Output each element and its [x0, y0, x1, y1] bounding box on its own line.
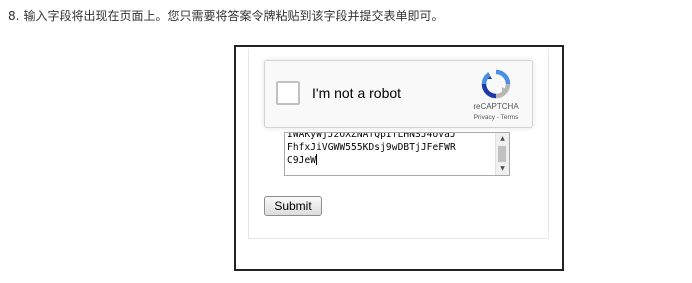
instruction-step: 8. 输入字段将出现在页面上。您只需要将答案令牌粘贴到该字段并提交表单即可。: [8, 8, 443, 24]
captcha-form: I'm not a robot reCAPTCHA Privacy - Term…: [248, 49, 549, 239]
recaptcha-brand: reCAPTCHA: [473, 102, 519, 111]
scroll-thumb[interactable]: [498, 146, 506, 162]
recaptcha-label: I'm not a robot: [312, 85, 402, 101]
recaptcha-widget: I'm not a robot reCAPTCHA Privacy - Term…: [264, 60, 533, 128]
step-text: 输入字段将出现在页面上。您只需要将答案令牌粘贴到该字段并提交表单即可。: [23, 9, 444, 23]
step-number: 8.: [8, 9, 20, 23]
token-line-3: C9JeW: [287, 155, 317, 166]
textarea-scrollbar[interactable]: ▲ ▼: [495, 133, 509, 175]
recaptcha-logo-icon: [481, 69, 511, 99]
recaptcha-checkbox[interactable]: [276, 81, 300, 105]
token-line-1: IWAKyWjJ2OXZNAfQpIfLHNSJ4UVaJ: [287, 132, 456, 140]
token-text: IWAKyWjJ2OXZNAfQpIfLHNSJ4UVaJ FhfxJiVGWW…: [287, 132, 493, 167]
scroll-down-arrow-icon[interactable]: ▼: [496, 164, 509, 174]
terms-link[interactable]: Terms: [501, 114, 519, 121]
privacy-link[interactable]: Privacy: [474, 114, 495, 121]
embedded-screenshot: I'm not a robot reCAPTCHA Privacy - Term…: [234, 45, 564, 271]
token-line-2: FhfxJiVGWW555KDsj9wDBTjJFeFWR: [287, 142, 456, 153]
recaptcha-links: Privacy - Terms: [464, 114, 528, 122]
token-textarea[interactable]: IWAKyWjJ2OXZNAfQpIfLHNSJ4UVaJ FhfxJiVGWW…: [284, 132, 510, 176]
text-caret: [316, 154, 318, 165]
submit-button[interactable]: Submit: [264, 196, 322, 216]
scroll-up-arrow-icon[interactable]: ▲: [496, 134, 509, 144]
